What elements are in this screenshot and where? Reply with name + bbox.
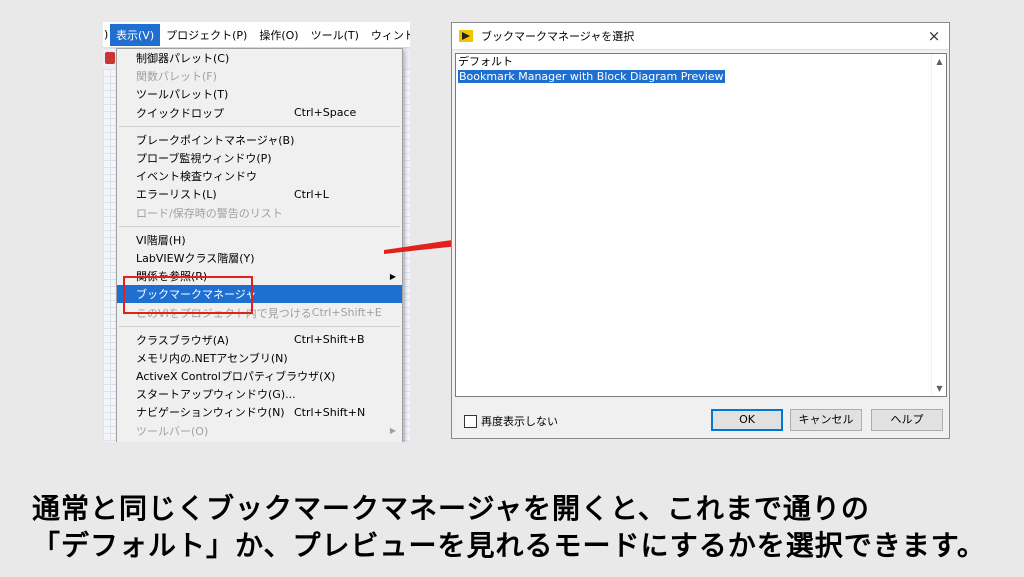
help-button[interactable]: ヘルプ (871, 409, 943, 431)
dialog-titlebar: ブックマークマネージャを選択 × (452, 23, 949, 50)
dont-show-again-checkbox[interactable]: 再度表示しない (464, 413, 558, 429)
scrollbar[interactable]: ▲ ▼ (931, 54, 946, 396)
menu-item-label: ブレークポイントマネージャ(B) (136, 133, 295, 147)
menu-separator (119, 225, 400, 227)
close-icon[interactable]: × (919, 27, 949, 45)
menubar: ) 表示(V) プロジェクト(P) 操作(O) ツール(T) ウィンドウ(W) (103, 22, 410, 48)
menu-item-label: ツールバー(O) (136, 424, 209, 438)
menu-item-label: ActiveX Controlプロパティブラウザ(X) (136, 370, 336, 384)
menu-item[interactable]: プローブ監視ウィンドウ(P) (117, 149, 402, 167)
menu-item[interactable]: ブレークポイントマネージャ(B) (117, 131, 402, 149)
list-item-label: デフォルト (458, 55, 513, 68)
menu-project[interactable]: プロジェクト(P) (160, 24, 253, 46)
menu-item[interactable]: ツールパレット(T) (117, 85, 402, 103)
menu-item-shortcut: Ctrl+Shift+E (311, 306, 382, 320)
list-item-selected[interactable]: Bookmark Manager with Block Diagram Prev… (456, 69, 946, 84)
menu-item-label: プローブ監視ウィンドウ(P) (136, 152, 272, 166)
menu-item[interactable]: メモリ内の.NETアセンブリ(N) (117, 349, 402, 367)
menu-item[interactable]: VI階層(H) (117, 231, 402, 249)
ok-button[interactable]: OK (711, 409, 783, 431)
menu-item: ツールバー(O) ▶ (117, 422, 402, 440)
scroll-up-icon[interactable]: ▲ (932, 54, 947, 69)
cancel-button[interactable]: キャンセル (790, 409, 862, 431)
bookmark-manager-listbox[interactable]: デフォルト Bookmark Manager with Block Diagra… (455, 53, 947, 397)
menu-item-label: VI階層(H) (136, 233, 186, 247)
menu-window[interactable]: ウィンドウ(W) (365, 24, 410, 46)
list-item-label: Bookmark Manager with Block Diagram Prev… (458, 70, 725, 83)
view-menu-dropdown: 制御器パレット(C) 関数パレット(F) ツールパレット(T) クイックドロップ Ctr… (116, 48, 403, 442)
dialog-footer: 再度表示しない OK キャンセル ヘルプ (452, 403, 949, 437)
menu-item-label: スタートアップウィンドウ(G)... (136, 388, 296, 402)
menu-item-label: 関数パレット(F) (136, 70, 217, 84)
menu-item[interactable]: クラスブラウザ(A) Ctrl+Shift+B (117, 331, 402, 349)
menu-item[interactable]: スタートアップウィンドウ(G)... (117, 385, 402, 403)
menu-tools[interactable]: ツール(T) (305, 24, 365, 46)
menu-item[interactable]: ナビゲーションウィンドウ(N) Ctrl+Shift+N (117, 403, 402, 421)
submenu-arrow-icon: ▶ (389, 271, 396, 281)
menu-item-label: LabVIEWクラス階層(Y) (136, 251, 255, 265)
slide: ) 表示(V) プロジェクト(P) 操作(O) ツール(T) ウィンドウ(W) … (0, 0, 1024, 577)
caption-line-1: 通常と同じくブックマークマネージャを開くと、これまで通りの (32, 492, 870, 525)
menu-item[interactable]: 制御器パレット(C) (117, 49, 402, 67)
menu-operate[interactable]: 操作(O) (253, 24, 304, 46)
highlight-box (123, 276, 253, 314)
menu-view[interactable]: 表示(V) (110, 23, 161, 46)
menu-item-cut[interactable]: ) (103, 25, 110, 44)
caption: 通常と同じくブックマークマネージャを開くと、これまで通りの 「デフォルト」か、プ… (32, 490, 992, 564)
menu-item-label: ツールパレット(T) (136, 88, 229, 102)
dialog-title: ブックマークマネージャを選択 (481, 30, 635, 43)
bookmark-manager-select-dialog: ブックマークマネージャを選択 × デフォルト Bookmark Manager … (451, 22, 950, 439)
menu-item-label: ロード/保存時の警告のリスト (136, 206, 283, 220)
menu-item-label: ナビゲーションウィンドウ(N) (136, 406, 285, 420)
menu-item-label: 制御器パレット(C) (136, 52, 230, 66)
menu-item-shortcut: Ctrl+Shift+N (294, 405, 366, 419)
stop-icon[interactable] (105, 52, 115, 64)
menu-item: 関数パレット(F) (117, 67, 402, 85)
menu-separator (119, 125, 400, 127)
menu-item-shortcut: Ctrl+Space (294, 106, 357, 120)
menu-item[interactable]: エラーリスト(L) Ctrl+L (117, 185, 402, 203)
menu-item: ロード/保存時の警告のリスト (117, 204, 402, 222)
submenu-arrow-icon: ▶ (389, 426, 396, 436)
menu-item-label: エラーリスト(L) (136, 188, 217, 202)
checkbox-label: 再度表示しない (481, 415, 558, 428)
menu-item[interactable]: LabVIEWクラス階層(Y) (117, 249, 402, 267)
menu-item-shortcut: Ctrl+L (294, 187, 329, 201)
scroll-down-icon[interactable]: ▼ (932, 381, 947, 396)
menu-item[interactable]: クイックドロップ Ctrl+Space (117, 104, 402, 122)
menu-item[interactable]: イベント検査ウィンドウ (117, 167, 402, 185)
menu-separator (119, 325, 400, 327)
labview-app-icon (459, 30, 473, 42)
caption-line-2: 「デフォルト」か、プレビューを見れるモードにするかを選択できます。 (32, 529, 986, 562)
menu-item[interactable]: ActiveX Controlプロパティブラウザ(X) (117, 367, 402, 385)
menu-item-shortcut: Ctrl+Shift+B (294, 333, 365, 347)
labview-window-crop: ) 表示(V) プロジェクト(P) 操作(O) ツール(T) ウィンドウ(W) … (103, 22, 410, 442)
list-item[interactable]: デフォルト (456, 54, 946, 69)
menu-item-label: クラスブラウザ(A) (136, 333, 229, 347)
menu-item-label: メモリ内の.NETアセンブリ(N) (136, 351, 288, 365)
menu-item-label: クイックドロップ (136, 106, 224, 120)
menu-item-label: イベント検査ウィンドウ (136, 170, 257, 184)
checkbox-box[interactable] (464, 414, 477, 428)
